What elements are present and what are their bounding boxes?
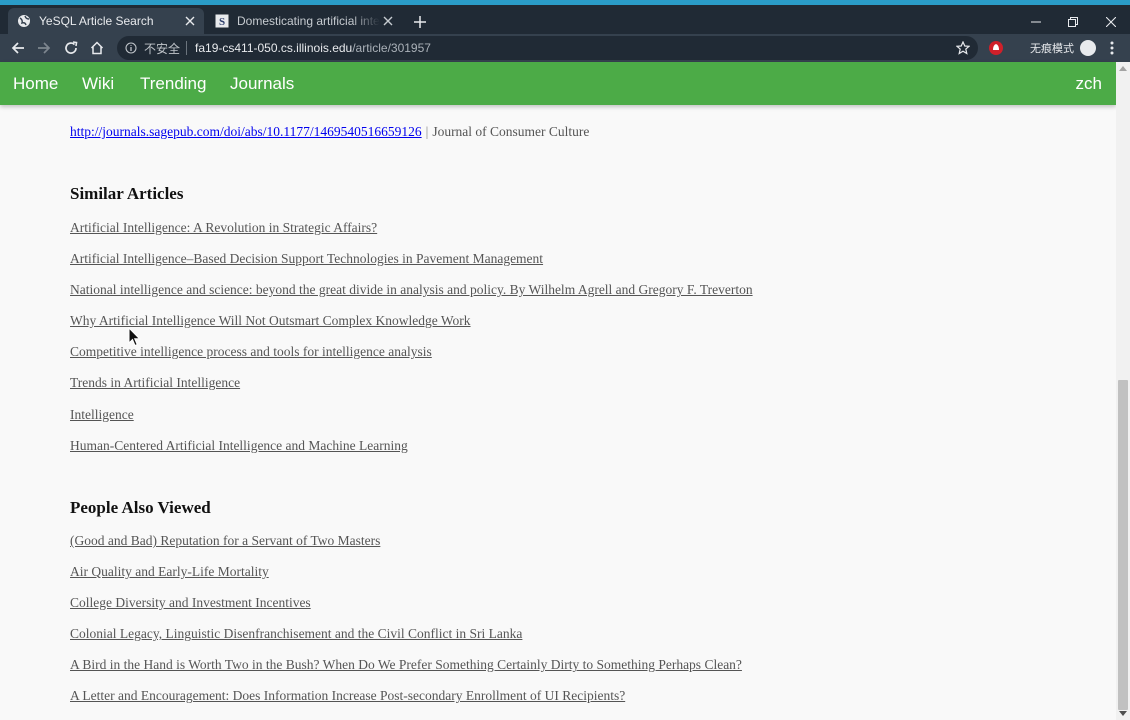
also-viewed-link[interactable]: Colonial Legacy, Linguistic Disenfranchi… <box>70 626 522 641</box>
url-host: fa19-cs411-050.cs.illinois.edu <box>195 41 353 55</box>
scroll-up-arrow-icon[interactable] <box>1119 66 1127 71</box>
extension-icon[interactable] <box>988 40 1004 56</box>
forward-arrow-icon[interactable] <box>34 38 54 58</box>
scrollbar-thumb[interactable] <box>1118 380 1128 710</box>
browser-toolbar: 不安全 fa19-cs411-050.cs.illinois.edu/artic… <box>0 34 1130 62</box>
scroll-down-arrow-icon[interactable] <box>1119 711 1127 716</box>
list-item: Air Quality and Early-Life Mortality <box>70 563 742 594</box>
tab-title: Domesticating artificial intelligence <box>237 14 380 28</box>
sage-s-icon: S <box>215 14 229 28</box>
similar-article-link[interactable]: Competitive intelligence process and too… <box>70 344 432 359</box>
nav-journals-link[interactable]: Journals <box>230 74 294 94</box>
reload-icon[interactable] <box>61 38 81 58</box>
tab-yesql-article-search[interactable]: YeSQL Article Search <box>8 8 204 34</box>
similar-articles-list: Artificial Intelligence: A Revolution in… <box>70 219 753 468</box>
user-menu[interactable]: zch <box>1076 74 1102 94</box>
also-viewed-link[interactable]: A Letter and Encouragement: Does Informa… <box>70 688 625 703</box>
list-item: Intelligence <box>70 406 753 437</box>
list-item: College Diversity and Investment Incenti… <box>70 594 742 625</box>
tab-bar: YeSQL Article Search S Domesticating art… <box>0 5 1130 34</box>
incognito-indicator[interactable]: 无痕模式 <box>1030 40 1096 56</box>
also-viewed-link[interactable]: College Diversity and Investment Incenti… <box>70 595 311 610</box>
globe-icon <box>17 14 31 28</box>
svg-text:S: S <box>219 16 225 28</box>
address-bar[interactable]: 不安全 fa19-cs411-050.cs.illinois.edu/artic… <box>117 36 978 60</box>
list-item: Trends in Artificial Intelligence <box>70 374 753 405</box>
article-source-row: http://journals.sagepub.com/doi/abs/10.1… <box>70 123 589 141</box>
incognito-label: 无痕模式 <box>1030 43 1074 55</box>
similar-article-link[interactable]: Intelligence <box>70 407 134 422</box>
doi-link[interactable]: http://journals.sagepub.com/doi/abs/10.1… <box>70 124 422 139</box>
divider <box>186 41 188 55</box>
similar-article-link[interactable]: Artificial Intelligence: A Revolution in… <box>70 220 377 235</box>
list-item: Artificial Intelligence: A Revolution in… <box>70 219 753 250</box>
bookmark-star-icon[interactable] <box>954 39 972 57</box>
security-label: 不安全 <box>144 41 181 56</box>
journal-name: Journal of Consumer Culture <box>432 124 590 139</box>
similar-articles-heading: Similar Articles <box>70 184 184 203</box>
nav-trending-link[interactable]: Trending <box>140 74 206 94</box>
also-viewed-link[interactable]: Air Quality and Early-Life Mortality <box>70 564 269 579</box>
incognito-icon <box>1080 40 1096 56</box>
list-item: A Bird in the Hand is Worth Two in the B… <box>70 656 742 687</box>
list-item: National intelligence and science: beyon… <box>70 281 753 312</box>
minimize-icon[interactable] <box>1018 10 1054 34</box>
similar-article-link[interactable]: Trends in Artificial Intelligence <box>70 375 240 390</box>
back-arrow-icon[interactable] <box>8 38 28 58</box>
list-item: (Good and Bad) Reputation for a Servant … <box>70 532 742 563</box>
list-item: Competitive intelligence process and too… <box>70 343 753 374</box>
close-tab-icon[interactable] <box>380 13 396 29</box>
tab-domesticating-ai[interactable]: S Domesticating artificial intelligence <box>206 8 402 34</box>
mouse-pointer-icon <box>128 327 141 347</box>
url-text[interactable]: fa19-cs411-050.cs.illinois.edu/article/3… <box>195 41 954 55</box>
similar-article-link[interactable]: Human-Centered Artificial Intelligence a… <box>70 438 408 453</box>
url-path: /article/301957 <box>352 41 431 55</box>
info-icon[interactable] <box>124 41 138 55</box>
nav-home-link[interactable]: Home <box>13 74 58 94</box>
people-also-viewed-list: (Good and Bad) Reputation for a Servant … <box>70 532 742 719</box>
new-tab-button[interactable] <box>410 12 430 32</box>
home-icon[interactable] <box>87 38 107 58</box>
nav-wiki-link[interactable]: Wiki <box>82 74 114 94</box>
separator: | <box>425 124 429 139</box>
similar-article-link[interactable]: National intelligence and science: beyon… <box>70 282 753 297</box>
also-viewed-link[interactable]: A Bird in the Hand is Worth Two in the B… <box>70 657 742 672</box>
list-item: A Letter and Encouragement: Does Informa… <box>70 687 742 718</box>
tab-title: YeSQL Article Search <box>39 14 154 28</box>
list-item: Human-Centered Artificial Intelligence a… <box>70 437 753 468</box>
page-scrollbar[interactable] <box>1116 62 1130 720</box>
close-tab-icon[interactable] <box>182 13 198 29</box>
also-viewed-link[interactable]: (Good and Bad) Reputation for a Servant … <box>70 533 380 548</box>
list-item: Artificial Intelligence–Based Decision S… <box>70 250 753 281</box>
similar-article-link[interactable]: Artificial Intelligence–Based Decision S… <box>70 251 543 266</box>
list-item: Why Artificial Intelligence Will Not Out… <box>70 312 753 343</box>
restore-icon[interactable] <box>1055 10 1091 34</box>
list-item: Colonial Legacy, Linguistic Disenfranchi… <box>70 625 742 656</box>
site-navbar: Home Wiki Trending Journals zch <box>0 62 1116 105</box>
kebab-menu-icon[interactable] <box>1104 39 1120 57</box>
close-window-icon[interactable] <box>1093 10 1129 34</box>
people-also-viewed-heading: People Also Viewed <box>70 498 211 517</box>
